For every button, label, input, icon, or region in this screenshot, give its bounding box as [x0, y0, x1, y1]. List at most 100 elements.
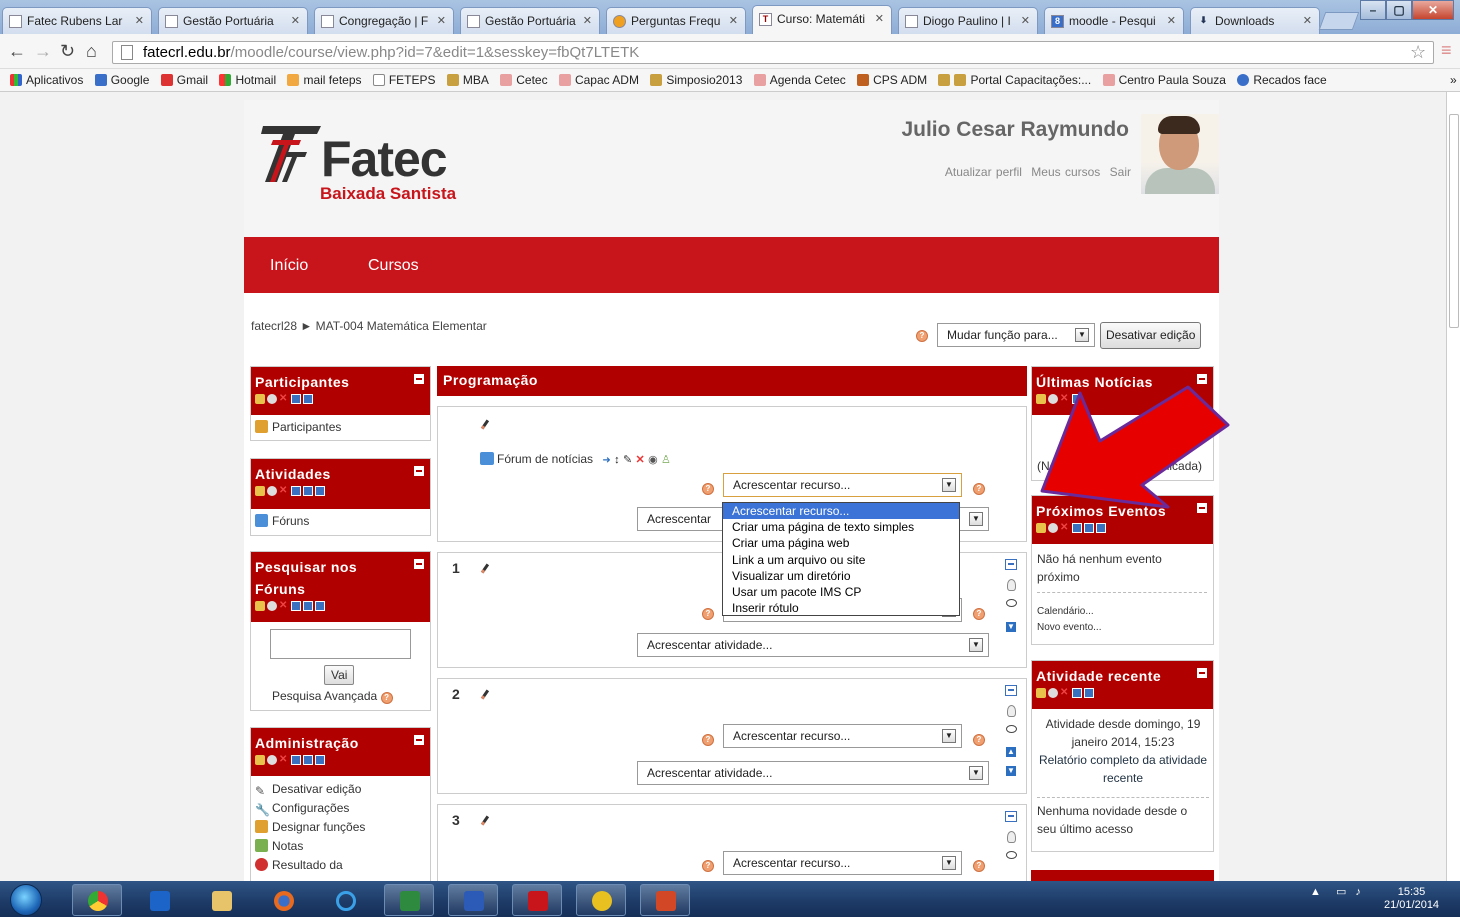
edit-icon[interactable]: [255, 486, 265, 497]
close-icon[interactable]: ✕: [291, 14, 300, 27]
help-icon[interactable]: ?: [973, 483, 985, 495]
highlight-icon[interactable]: [1007, 579, 1016, 591]
move-up-icon[interactable]: ▲: [1006, 747, 1016, 757]
indent-icon[interactable]: ➜: [602, 455, 610, 466]
highlight-icon[interactable]: [1007, 831, 1016, 843]
dropdown-option[interactable]: Visualizar um diretório: [723, 568, 959, 584]
nav-home[interactable]: Início: [270, 257, 308, 275]
taskbar-chrome[interactable]: [72, 884, 122, 916]
close-icon[interactable]: ✕: [437, 14, 446, 27]
add-resource-select[interactable]: Acrescentar recurso...▼: [723, 473, 962, 497]
bookmark[interactable]: Recados face: [1237, 73, 1327, 87]
edit-summary-icon[interactable]: [480, 815, 490, 826]
dropdown-option[interactable]: Link a um arquivo ou site: [723, 552, 959, 568]
forward-icon[interactable]: →: [34, 41, 52, 62]
collapse-icon[interactable]: [414, 374, 424, 384]
browser-tab[interactable]: Perguntas Frequ ✕: [606, 7, 746, 34]
browser-tab[interactable]: ⬇ Downloads ✕: [1190, 7, 1320, 34]
start-button[interactable]: [10, 884, 42, 916]
browser-tab[interactable]: Gestão Portuária ✕: [460, 7, 600, 34]
user-name[interactable]: Julio Cesar Raymundo: [901, 118, 1129, 142]
bookmark[interactable]: FETEPS: [372, 73, 436, 87]
move-down-icon[interactable]: [1084, 688, 1094, 699]
advanced-search-link[interactable]: Pesquisa Avançada ?: [272, 689, 393, 704]
edit-summary-icon[interactable]: [480, 419, 490, 430]
avatar[interactable]: [1141, 114, 1219, 194]
move-right-icon[interactable]: [315, 601, 325, 612]
close-icon[interactable]: ✕: [729, 14, 738, 27]
back-icon[interactable]: ←: [8, 41, 26, 62]
move-right-icon[interactable]: [1096, 523, 1106, 534]
close-icon[interactable]: ✕: [1021, 14, 1030, 27]
help-icon[interactable]: ?: [916, 330, 928, 342]
clock[interactable]: 15:35 21/01/2014: [1384, 886, 1439, 912]
search-go-button[interactable]: Vai: [324, 665, 355, 685]
taskbar-acrobat[interactable]: [512, 884, 562, 916]
help-icon[interactable]: ?: [702, 860, 714, 872]
full-report-link[interactable]: Relatório completo da atividade recente: [1037, 751, 1209, 787]
more-bookmarks[interactable]: »: [1450, 73, 1457, 87]
add-resource-select[interactable]: Acrescentar recurso...▼: [723, 851, 962, 875]
move-right-icon[interactable]: [315, 486, 325, 497]
bookmark[interactable]: MBA: [446, 73, 489, 87]
list-item[interactable]: Fóruns: [255, 513, 426, 532]
move-up-icon[interactable]: [291, 755, 301, 766]
nav-courses[interactable]: Cursos: [368, 257, 419, 275]
taskbar-word[interactable]: [448, 884, 498, 916]
show-only-section-icon[interactable]: [1005, 685, 1017, 696]
move-up-icon[interactable]: [291, 394, 301, 405]
move-down-icon[interactable]: ▼: [1006, 766, 1016, 776]
edit-icon[interactable]: [1036, 688, 1046, 699]
collapse-icon[interactable]: [414, 559, 424, 569]
bookmark[interactable]: Capac ADM: [558, 73, 639, 87]
move-up-icon[interactable]: [1072, 523, 1082, 534]
taskbar-firefox[interactable]: [258, 884, 308, 916]
home-icon[interactable]: ⌂: [86, 41, 97, 62]
taskbar-explorer[interactable]: [196, 884, 246, 916]
admin-item-roles[interactable]: Designar funções: [255, 819, 426, 838]
browser-tab[interactable]: Fatec Rubens Lar ✕: [2, 7, 152, 34]
delete-icon[interactable]: ✕: [279, 394, 289, 404]
new-event-link[interactable]: Novo evento...: [1037, 622, 1101, 633]
volume-icon[interactable]: ♪: [1355, 886, 1361, 898]
dropdown-option[interactable]: Acrescentar recurso...: [723, 503, 959, 520]
edit-icon[interactable]: [255, 601, 265, 612]
close-icon[interactable]: ✕: [1303, 14, 1312, 27]
bookmark[interactable]: Gmail: [160, 73, 208, 87]
help-icon[interactable]: ?: [702, 483, 714, 495]
browser-tab[interactable]: Gestão Portuária ✕: [158, 7, 308, 34]
update-profile-link[interactable]: Atualizar perfil: [945, 165, 1022, 179]
taskbar-ie[interactable]: [320, 884, 370, 916]
edit-icon[interactable]: [255, 755, 265, 766]
eye-icon[interactable]: [1006, 725, 1017, 733]
help-icon[interactable]: ?: [973, 860, 985, 872]
delete-icon[interactable]: ✕: [279, 755, 289, 765]
dropdown-option[interactable]: Criar uma página web: [723, 535, 959, 551]
edit-summary-icon[interactable]: [480, 689, 490, 700]
taskbar-excel[interactable]: [384, 884, 434, 916]
bookmark[interactable]: Hotmail: [219, 73, 276, 87]
admin-item-grades[interactable]: Notas: [255, 838, 426, 857]
add-activity-select[interactable]: Acrescentar atividade... ▼: [637, 761, 989, 785]
edit-icon[interactable]: [1036, 523, 1046, 534]
close-icon[interactable]: ✕: [1167, 14, 1176, 27]
my-courses-link[interactable]: Meus cursos: [1031, 165, 1100, 179]
bookmark[interactable]: Agenda Cetec: [753, 73, 846, 87]
admin-item-settings[interactable]: 🔧 Configurações: [255, 800, 426, 819]
move-down-icon[interactable]: [303, 755, 313, 766]
maximize-button[interactable]: ▢: [1386, 0, 1412, 20]
help-icon[interactable]: ?: [702, 608, 714, 620]
eye-icon[interactable]: [267, 601, 277, 612]
highlight-icon[interactable]: [1007, 705, 1016, 717]
collapse-icon[interactable]: [1197, 668, 1207, 678]
menu-icon[interactable]: ≡: [1441, 40, 1452, 61]
vertical-scrollbar[interactable]: [1446, 92, 1460, 881]
delete-icon[interactable]: ✕: [1060, 688, 1070, 698]
close-icon[interactable]: ✕: [583, 14, 592, 27]
close-icon[interactable]: ✕: [875, 12, 884, 25]
collapse-icon[interactable]: [414, 735, 424, 745]
eye-icon[interactable]: [1048, 688, 1058, 699]
eye-icon[interactable]: [1006, 599, 1017, 607]
logout-link[interactable]: Sair: [1110, 165, 1131, 179]
move-up-icon[interactable]: [1072, 688, 1082, 699]
